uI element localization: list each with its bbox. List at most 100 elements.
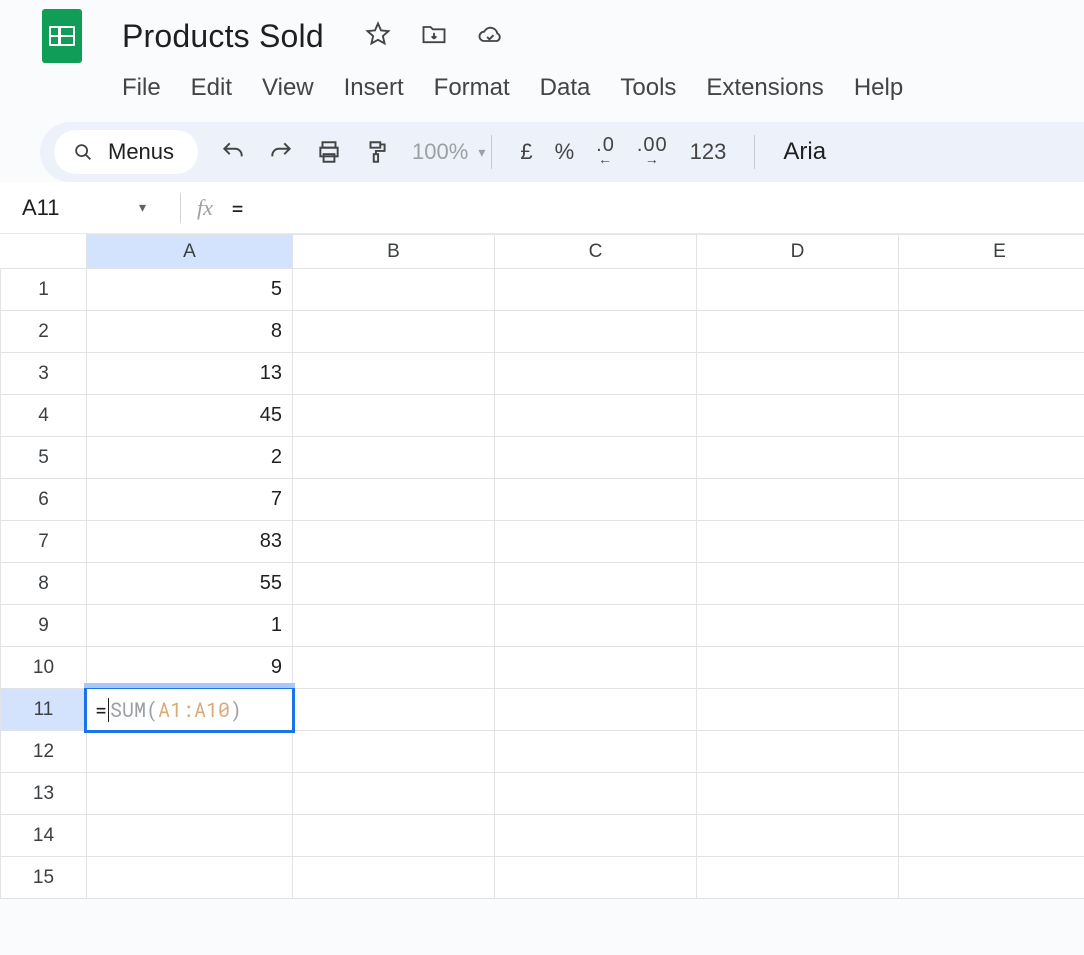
cell[interactable] (697, 521, 899, 563)
cell[interactable] (495, 395, 697, 437)
cell[interactable] (293, 689, 495, 731)
row-header[interactable]: 14 (1, 815, 87, 857)
cell[interactable] (697, 689, 899, 731)
cell[interactable] (495, 311, 697, 353)
select-all-corner[interactable] (1, 235, 87, 269)
menu-tools[interactable]: Tools (620, 74, 676, 102)
row-header[interactable]: 9 (1, 605, 87, 647)
cell[interactable] (899, 773, 1084, 815)
font-family-dropdown[interactable]: Aria (761, 138, 826, 166)
menu-view[interactable]: View (262, 74, 314, 102)
cell[interactable] (87, 773, 293, 815)
cell[interactable]: =SUM(A1:A10) (87, 689, 293, 731)
cell[interactable] (495, 353, 697, 395)
percent-button[interactable]: % (555, 139, 575, 165)
row-header[interactable]: 2 (1, 311, 87, 353)
cell[interactable] (697, 269, 899, 311)
row-header[interactable]: 8 (1, 563, 87, 605)
row-header[interactable]: 3 (1, 353, 87, 395)
currency-button[interactable]: £ (520, 139, 532, 165)
cell[interactable] (495, 857, 697, 899)
cell[interactable] (899, 731, 1084, 773)
row-header[interactable]: 1 (1, 269, 87, 311)
cell[interactable]: 2 (87, 437, 293, 479)
more-formats-button[interactable]: 123 (690, 139, 727, 165)
column-header-B[interactable]: B (293, 235, 495, 269)
cell[interactable]: 55 (87, 563, 293, 605)
cell[interactable] (495, 689, 697, 731)
name-box[interactable]: A11 ▾ (0, 195, 164, 221)
spreadsheet-grid[interactable]: A B C D E 152831344552677838559110911=SU… (0, 234, 1084, 899)
row-header[interactable]: 6 (1, 479, 87, 521)
cell[interactable] (899, 395, 1084, 437)
undo-icon[interactable] (220, 139, 246, 165)
cell[interactable] (899, 563, 1084, 605)
document-title[interactable]: Products Sold (122, 18, 324, 55)
cell[interactable] (293, 311, 495, 353)
cell[interactable] (697, 353, 899, 395)
cell[interactable] (293, 815, 495, 857)
cell[interactable] (495, 563, 697, 605)
cell[interactable] (293, 521, 495, 563)
cell[interactable] (899, 647, 1084, 689)
cell[interactable] (495, 269, 697, 311)
column-header-D[interactable]: D (697, 235, 899, 269)
cell[interactable] (697, 815, 899, 857)
cell[interactable] (293, 857, 495, 899)
cell[interactable] (899, 857, 1084, 899)
cell[interactable] (697, 563, 899, 605)
cell[interactable] (697, 773, 899, 815)
cell[interactable] (899, 269, 1084, 311)
cell[interactable]: 13 (87, 353, 293, 395)
cell[interactable]: 8 (87, 311, 293, 353)
cell[interactable] (899, 521, 1084, 563)
menus-search[interactable]: Menus (54, 130, 198, 174)
cell[interactable] (899, 815, 1084, 857)
row-header[interactable]: 15 (1, 857, 87, 899)
menu-file[interactable]: File (122, 74, 161, 102)
cell[interactable] (899, 353, 1084, 395)
cell[interactable] (293, 731, 495, 773)
row-header[interactable]: 4 (1, 395, 87, 437)
cell[interactable] (697, 395, 899, 437)
menu-insert[interactable]: Insert (344, 74, 404, 102)
cell[interactable] (697, 647, 899, 689)
cell[interactable] (899, 605, 1084, 647)
menu-extensions[interactable]: Extensions (706, 74, 823, 102)
cell[interactable] (697, 857, 899, 899)
active-cell-editor[interactable]: =SUM(A1:A10) (84, 686, 295, 733)
cell[interactable] (495, 773, 697, 815)
menu-format[interactable]: Format (434, 74, 510, 102)
cell[interactable] (293, 269, 495, 311)
cell[interactable] (293, 647, 495, 689)
print-icon[interactable] (316, 139, 342, 165)
row-header[interactable]: 12 (1, 731, 87, 773)
cell[interactable] (87, 857, 293, 899)
cell[interactable] (495, 605, 697, 647)
cell[interactable] (293, 353, 495, 395)
move-to-folder-icon[interactable] (420, 20, 448, 53)
cell[interactable]: 83 (87, 521, 293, 563)
cell[interactable] (87, 731, 293, 773)
decrease-decimal-button[interactable]: .0← (596, 138, 615, 166)
column-header-A[interactable]: A (87, 235, 293, 269)
cell[interactable] (697, 605, 899, 647)
cell[interactable] (899, 479, 1084, 521)
cell[interactable] (899, 311, 1084, 353)
cell[interactable]: 5 (87, 269, 293, 311)
zoom-dropdown[interactable]: 100% ▾ (412, 139, 485, 165)
formula-input[interactable]: = (231, 193, 244, 222)
cell[interactable] (697, 311, 899, 353)
cell[interactable] (697, 437, 899, 479)
cell[interactable] (293, 605, 495, 647)
cell[interactable] (293, 563, 495, 605)
cell[interactable]: 45 (87, 395, 293, 437)
row-header[interactable]: 7 (1, 521, 87, 563)
row-header[interactable]: 5 (1, 437, 87, 479)
cell[interactable] (697, 731, 899, 773)
redo-icon[interactable] (268, 139, 294, 165)
paint-format-icon[interactable] (364, 139, 390, 165)
row-header[interactable]: 11 (1, 689, 87, 731)
cell[interactable]: 1 (87, 605, 293, 647)
cloud-status-icon[interactable] (476, 20, 504, 53)
